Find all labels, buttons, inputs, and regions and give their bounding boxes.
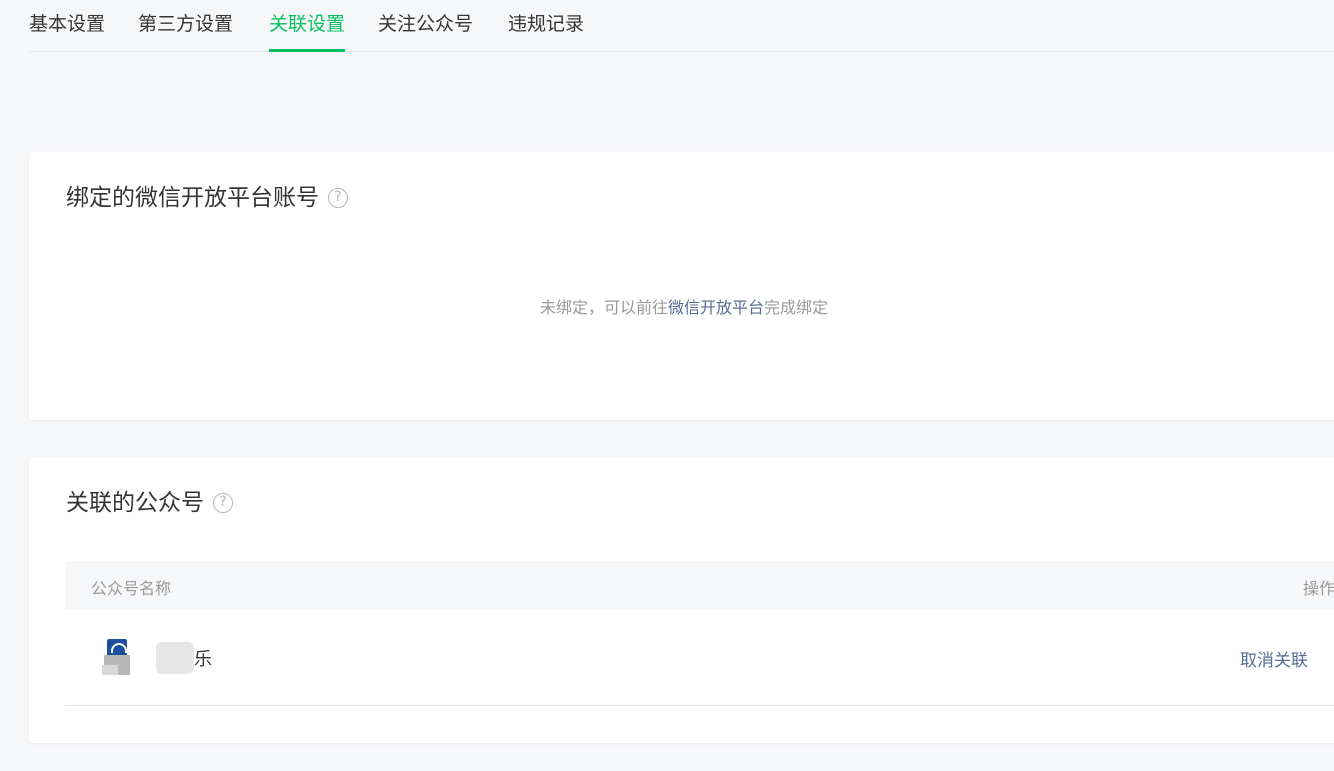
open-platform-title: 绑定的微信开放平台账号 ? <box>66 182 348 214</box>
tab-third-party-settings[interactable]: 第三方设置 <box>138 10 233 51</box>
settings-tab-bar: 基本设置 第三方设置 关联设置 关注公众号 违规记录 <box>29 0 1334 52</box>
tab-follow-official-account[interactable]: 关注公众号 <box>378 10 473 51</box>
table-header: 公众号名称 操作 <box>66 561 1334 609</box>
tab-violation-records[interactable]: 违规记录 <box>508 10 584 51</box>
linked-accounts-title: 关联的公众号 ? <box>66 487 233 519</box>
account-name: 乐 <box>194 649 212 670</box>
question-circle-icon[interactable]: ? <box>213 493 233 513</box>
empty-message-suffix: 完成绑定 <box>764 298 829 317</box>
column-header-operation: 操作 <box>1302 579 1334 598</box>
tab-basic-settings[interactable]: 基本设置 <box>29 10 105 51</box>
linked-accounts-title-text: 关联的公众号 <box>66 490 204 516</box>
column-header-name: 公众号名称 <box>91 579 172 598</box>
tab-association-settings[interactable]: 关联设置 <box>269 10 346 52</box>
question-circle-icon[interactable]: ? <box>328 188 348 208</box>
open-platform-empty-message: 未绑定，可以前往微信开放平台完成绑定 <box>29 294 1334 318</box>
linked-accounts-card: 关联的公众号 ? 公众号名称 操作 乐 取消关联 <box>29 457 1334 743</box>
open-platform-card: 绑定的微信开放平台账号 ? 未绑定，可以前往微信开放平台完成绑定 <box>29 152 1334 420</box>
account-avatar <box>100 639 134 675</box>
empty-message-prefix: 未绑定，可以前往 <box>539 298 668 317</box>
table-row: 乐 取消关联 <box>66 609 1334 706</box>
open-platform-title-text: 绑定的微信开放平台账号 <box>66 185 319 211</box>
unlink-button[interactable]: 取消关联 <box>1240 646 1308 671</box>
open-platform-link[interactable]: 微信开放平台 <box>668 298 764 317</box>
